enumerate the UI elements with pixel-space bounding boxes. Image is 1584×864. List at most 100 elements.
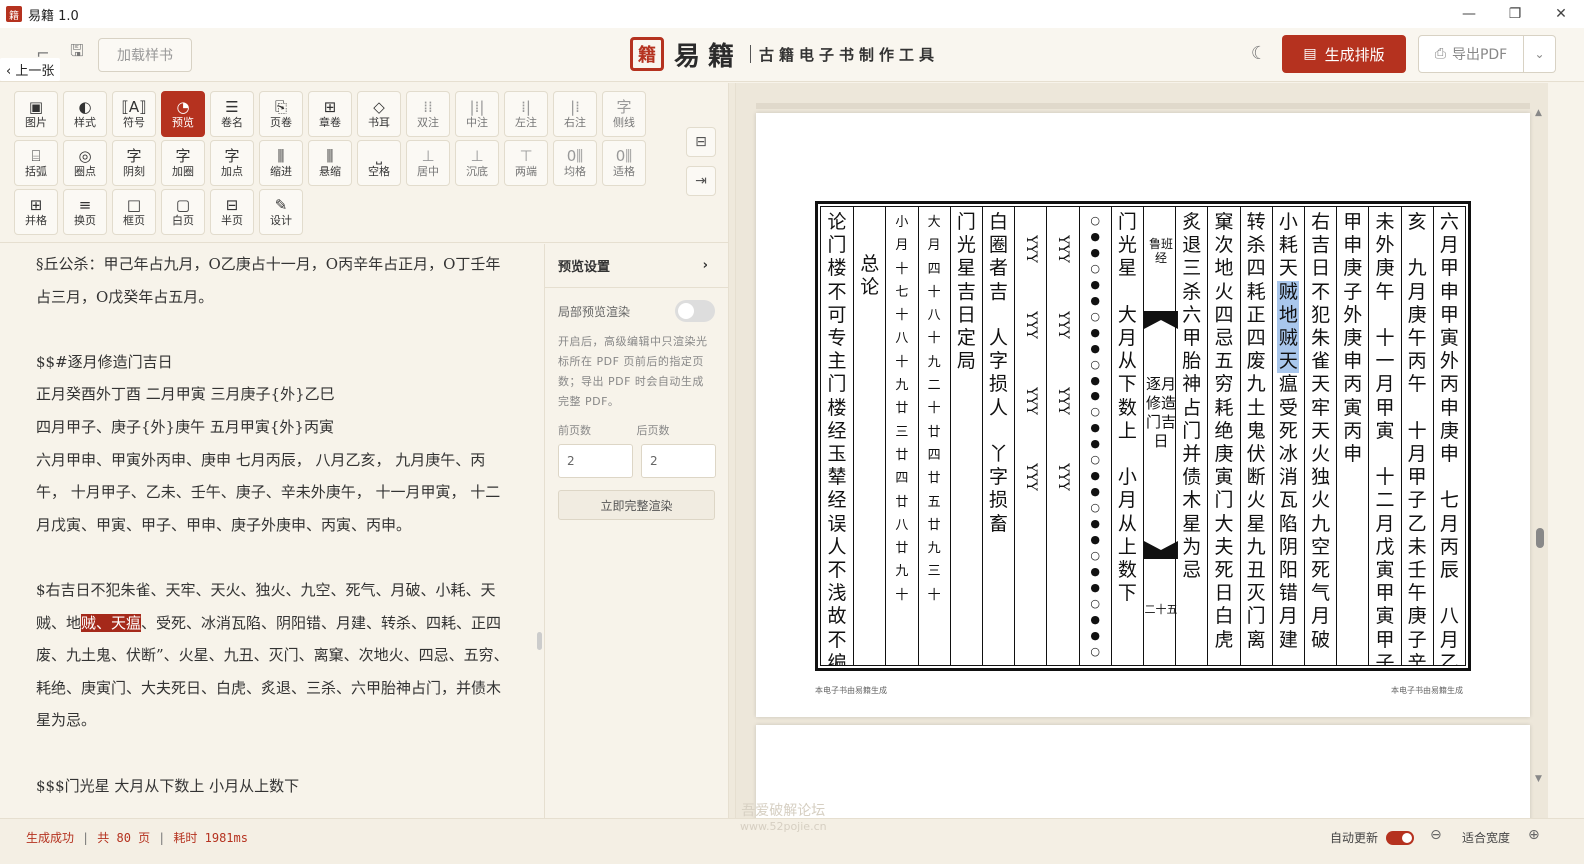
tool-button[interactable]: ⊞ 章卷 <box>308 91 352 137</box>
column-char: 火 <box>1214 280 1234 303</box>
tool-button[interactable]: ⁞⁞ 双注 <box>406 91 450 137</box>
moon-icon[interactable]: ☾ <box>1248 42 1270 64</box>
tool-button[interactable]: 0⫼ 适格 <box>602 140 646 186</box>
column-char: 论 <box>827 211 847 233</box>
preview-scrollbar[interactable]: ▲ ▼ <box>1533 108 1547 788</box>
save-icon[interactable]: 🖫 <box>66 41 88 64</box>
auto-update-toggle[interactable] <box>1386 830 1415 845</box>
column-char: 五 <box>927 494 941 510</box>
close-button[interactable]: ✕ <box>1538 0 1584 28</box>
tool-button[interactable]: ◇ 书耳 <box>357 91 401 137</box>
column-char: 四 <box>927 447 941 463</box>
scroll-down-icon[interactable]: ▼ <box>1535 774 1542 784</box>
column-char: 专 <box>827 327 847 350</box>
tool-button[interactable]: □ 框页 <box>112 189 156 235</box>
tool-button[interactable]: 字加点 <box>210 140 254 186</box>
tool-button[interactable]: ◐ 样式 <box>63 91 107 137</box>
column-char: 申 <box>1439 280 1459 303</box>
panel-splitter[interactable] <box>728 83 736 818</box>
column-char: 不 <box>1311 280 1331 303</box>
tool-button[interactable]: ⫼ 悬缩 <box>308 140 352 186</box>
tool-button[interactable]: 字侧线 <box>602 91 646 137</box>
tool-button[interactable]: ☰ 卷名 <box>210 91 254 137</box>
tool-button[interactable]: ⊞ 并格 <box>14 189 58 235</box>
zoom-out-icon[interactable]: ⊖ <box>1430 827 1442 843</box>
before-pages-input[interactable] <box>558 444 633 478</box>
column-char: 阳 <box>1278 559 1298 582</box>
tool-button[interactable]: ≡ 换页 <box>63 189 107 235</box>
tool-button[interactable]: ⫼ 缩进 <box>259 140 303 186</box>
generate-layout-button[interactable]: ▤ 生成排版 <box>1282 35 1406 73</box>
column-char: 忌 <box>1214 327 1234 350</box>
column-char: 穷 <box>1214 373 1234 396</box>
window-title: 易籍 1.0 <box>28 8 79 24</box>
column-char: 受 <box>1278 396 1298 419</box>
partial-render-toggle[interactable] <box>675 300 715 322</box>
minimize-button[interactable]: — <box>1446 0 1492 28</box>
after-pages-input[interactable] <box>641 444 716 478</box>
tool-button[interactable]: ◔ 预览 <box>161 91 205 137</box>
settings-header[interactable]: 预览设置 › <box>545 244 728 288</box>
editor-scrollbar[interactable] <box>537 632 542 650</box>
column-char <box>988 420 1010 443</box>
column-char: 月 <box>1407 443 1427 466</box>
tool-button[interactable]: ⌸ 括弧 <box>14 140 58 186</box>
column-char: 十 <box>927 284 941 300</box>
column-char: 午 <box>1407 373 1427 396</box>
exit-icon[interactable]: ⇥ <box>686 166 716 196</box>
auto-update[interactable]: 自动更新 <box>1330 829 1415 846</box>
tool-button[interactable]: ⊥ 沉底 <box>455 140 499 186</box>
tool-button[interactable]: ▣ 图片 <box>14 91 58 137</box>
zoom-in-icon[interactable]: ⊕ <box>1528 827 1540 843</box>
column-char: 星 <box>1182 512 1202 535</box>
tool-button[interactable]: ⁞| 左注 <box>504 91 548 137</box>
tool-label: 半页 <box>221 214 243 227</box>
tool-button[interactable]: ⎵ 空格 <box>357 140 401 186</box>
column-char: 并 <box>1182 443 1202 466</box>
render-full-button[interactable]: 立即完整渲染 <box>558 490 715 520</box>
column-char: 废 <box>1246 350 1266 373</box>
tool-button[interactable]: ⊤ 两端 <box>504 140 548 186</box>
tool-button[interactable]: ✎ 设计 <box>259 189 303 235</box>
column-char: 天 <box>1277 350 1300 374</box>
column-char: 经 <box>827 419 847 442</box>
column-char: 星 <box>956 257 976 280</box>
column-char: 甲 <box>1375 628 1395 651</box>
tool-icon: ⊞ <box>29 196 43 214</box>
tool-button[interactable]: ⟦A⟧ 符号 <box>112 91 156 137</box>
scroll-thumb[interactable] <box>1536 528 1544 548</box>
tool-label: 两端 <box>515 165 537 178</box>
column-char: 三 <box>927 564 941 580</box>
column-char: 从 <box>1117 350 1137 373</box>
partial-render-desc: 开启后，高级编辑中只渲染光标所在 PDF 页前后的指定页数；导出 PDF 时会自… <box>558 335 708 408</box>
tool-button[interactable]: 字加圈 <box>161 140 205 186</box>
column-char: 火 <box>1311 489 1331 512</box>
tool-button[interactable]: 0⫼ 均格 <box>553 140 597 186</box>
back-link[interactable]: ‹ 上一张 <box>0 58 61 81</box>
tool-button[interactable]: ⊟ 半页 <box>210 189 254 235</box>
tool-button[interactable]: ▢ 白页 <box>161 189 205 235</box>
text-editor[interactable]: §丘公杀：甲己年占九月，O乙庚占十一月，O丙辛年占正月，O丁壬年占三月，O戊癸年… <box>0 244 544 818</box>
column-char: 浅 <box>827 582 847 605</box>
export-dropdown-button[interactable]: ⌄ <box>1524 35 1556 73</box>
export-pdf-button[interactable]: ⎙ 导出PDF <box>1418 35 1524 73</box>
column-char: 定 <box>956 327 976 350</box>
tool-button[interactable]: ⊥ 居中 <box>406 140 450 186</box>
tool-button[interactable]: |⁞| 中注 <box>455 91 499 137</box>
fit-width-button[interactable]: 适合宽度 <box>1462 829 1510 846</box>
scroll-up-icon[interactable]: ▲ <box>1535 108 1542 118</box>
dot-mark: ● <box>1090 277 1100 291</box>
tool-button[interactable]: 字阴刻 <box>112 140 156 186</box>
tool-button[interactable]: |⁞ 右注 <box>553 91 597 137</box>
text-column: 论门楼不可专主门楼经玉辇经误人不浅故不编 <box>821 207 853 665</box>
column-char: 廿 <box>895 494 909 510</box>
tool-button[interactable]: ⎘ 页卷 <box>259 91 303 137</box>
dot-mark: ○ <box>1090 309 1100 323</box>
column-char: 丙 <box>1343 419 1363 442</box>
brand-name: 易籍 <box>674 41 743 72</box>
column-char: 寅 <box>1375 419 1395 442</box>
split-view-icon[interactable]: ⊟ <box>686 127 716 157</box>
restore-button[interactable]: ❐ <box>1492 0 1538 28</box>
tool-button[interactable]: ◎ 圈点 <box>63 140 107 186</box>
load-sample-button[interactable]: 加载样书 <box>98 38 192 72</box>
